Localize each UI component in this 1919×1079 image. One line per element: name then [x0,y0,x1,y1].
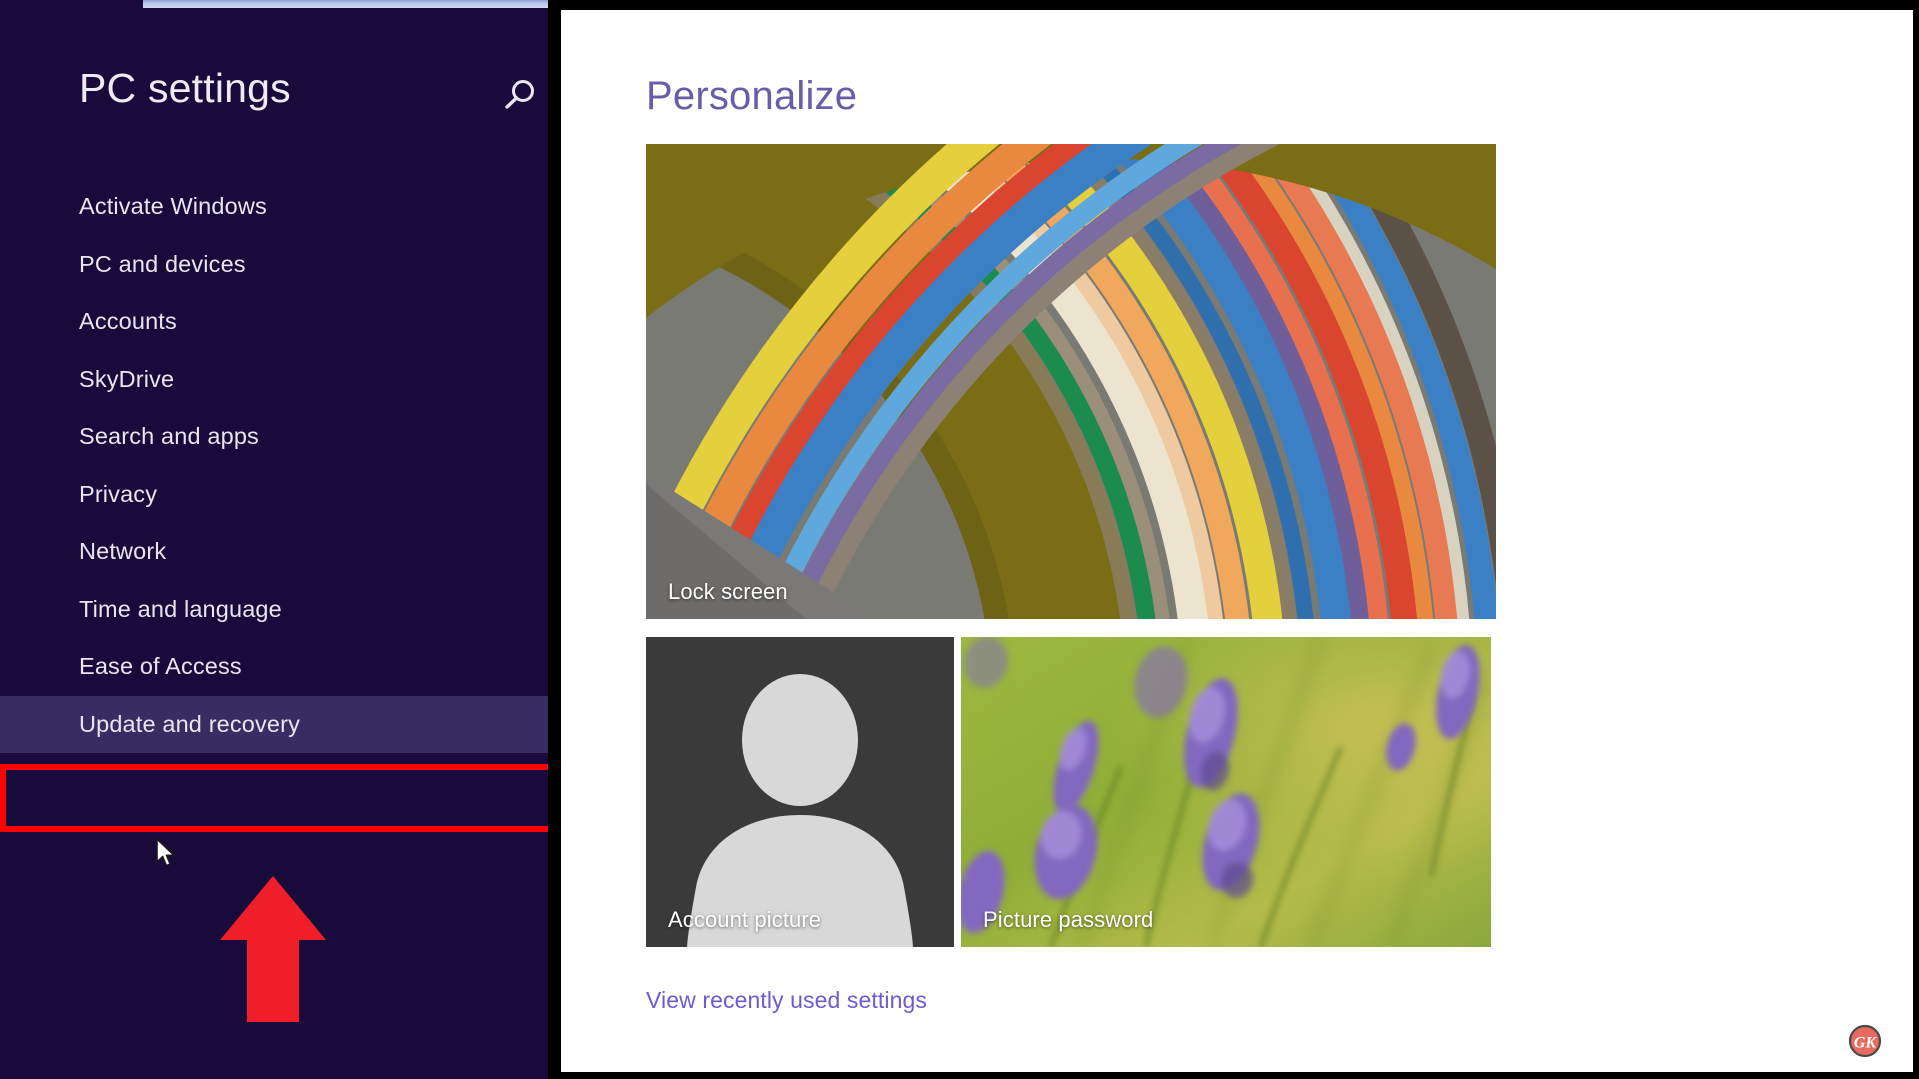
view-recently-used-settings-link[interactable]: View recently used settings [646,987,927,1014]
sidebar-item-label: Time and language [79,595,282,622]
sidebar-item-label: Ease of Access [79,653,242,680]
sidebar-item-activate-windows[interactable]: Activate Windows [0,178,548,236]
tile-label: Account picture [668,907,822,932]
mouse-cursor-icon [156,838,178,870]
pc-settings-window: PC settings Activate Windows PC and devi… [0,0,1919,1079]
sidebar-item-label: Accounts [79,308,177,335]
tile-lock-screen[interactable]: Lock screen [646,144,1496,619]
window-bottom-border [548,1072,1919,1079]
sidebar-item-label: Privacy [79,480,158,507]
window-top-border [548,0,1919,10]
sidebar-item-label: Search and apps [79,423,259,450]
highlight-rectangle [0,764,556,832]
personalize-heading: Personalize [646,74,858,118]
personalize-panel: Personalize Lock screen Account picture … [561,10,1913,1072]
sidebar-header: PC settings [0,62,548,124]
sidebar-item-label: PC and devices [79,250,246,277]
search-icon[interactable] [495,72,543,120]
sidebar-item-update-and-recovery[interactable]: Update and recovery [0,695,548,753]
sidebar-item-privacy[interactable]: Privacy [0,466,548,524]
default-person-silhouette-icon [646,637,954,947]
red-up-arrow-annotation [218,876,328,1022]
lavender-flowers-photo [961,637,1491,947]
window-right-border [1913,0,1919,1079]
svg-text:GK: GK [1854,1035,1878,1052]
sidebar-item-pc-and-devices[interactable]: PC and devices [0,236,548,294]
sidebar-item-search-and-apps[interactable]: Search and apps [0,408,548,466]
top-accent-bar [143,0,558,8]
sidebar-item-label: Network [79,538,167,565]
window-divider [548,0,561,1079]
sidebar-item-label: Update and recovery [79,710,301,737]
tile-account-picture[interactable]: Account picture [646,637,954,947]
sidebar-item-time-and-language[interactable]: Time and language [0,581,548,639]
sidebar-item-ease-of-access[interactable]: Ease of Access [0,638,548,696]
gk-watermark-logo: GK [1847,1023,1883,1059]
settings-sidebar: PC settings Activate Windows PC and devi… [0,0,558,1079]
tile-label: Picture password [983,907,1154,932]
sidebar-nav-list: Activate Windows PC and devices Accounts… [0,178,548,753]
colorful-arcs-wallpaper [646,144,1496,619]
page-title: PC settings [79,65,291,111]
tile-picture-password[interactable]: Picture password [961,637,1491,947]
sidebar-item-network[interactable]: Network [0,523,548,581]
sidebar-item-label: Activate Windows [79,193,267,220]
sidebar-item-accounts[interactable]: Accounts [0,293,548,351]
sidebar-item-label: SkyDrive [79,365,175,392]
sidebar-item-skydrive[interactable]: SkyDrive [0,351,548,409]
tile-label: Lock screen [668,579,788,604]
